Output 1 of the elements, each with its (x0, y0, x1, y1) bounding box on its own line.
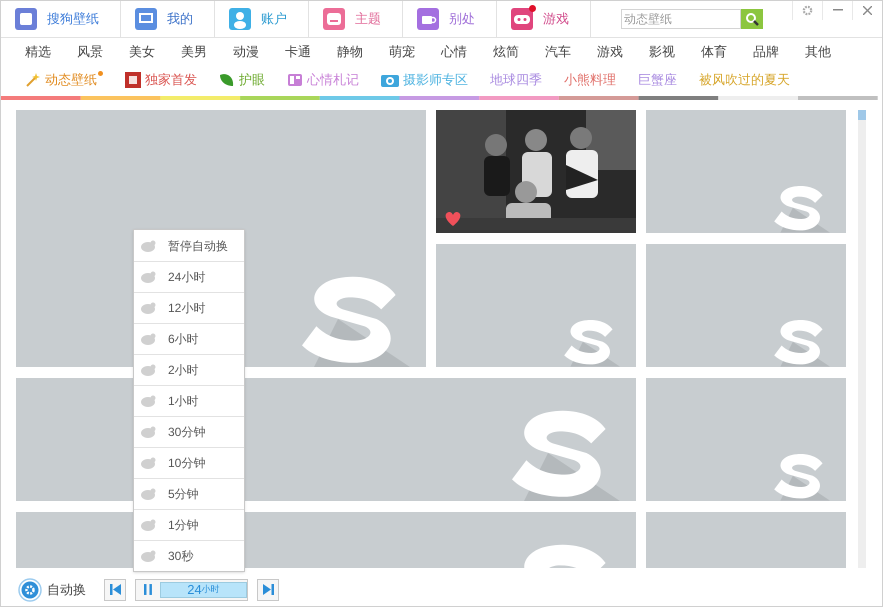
auto-change-label: 自动换 (47, 580, 86, 599)
